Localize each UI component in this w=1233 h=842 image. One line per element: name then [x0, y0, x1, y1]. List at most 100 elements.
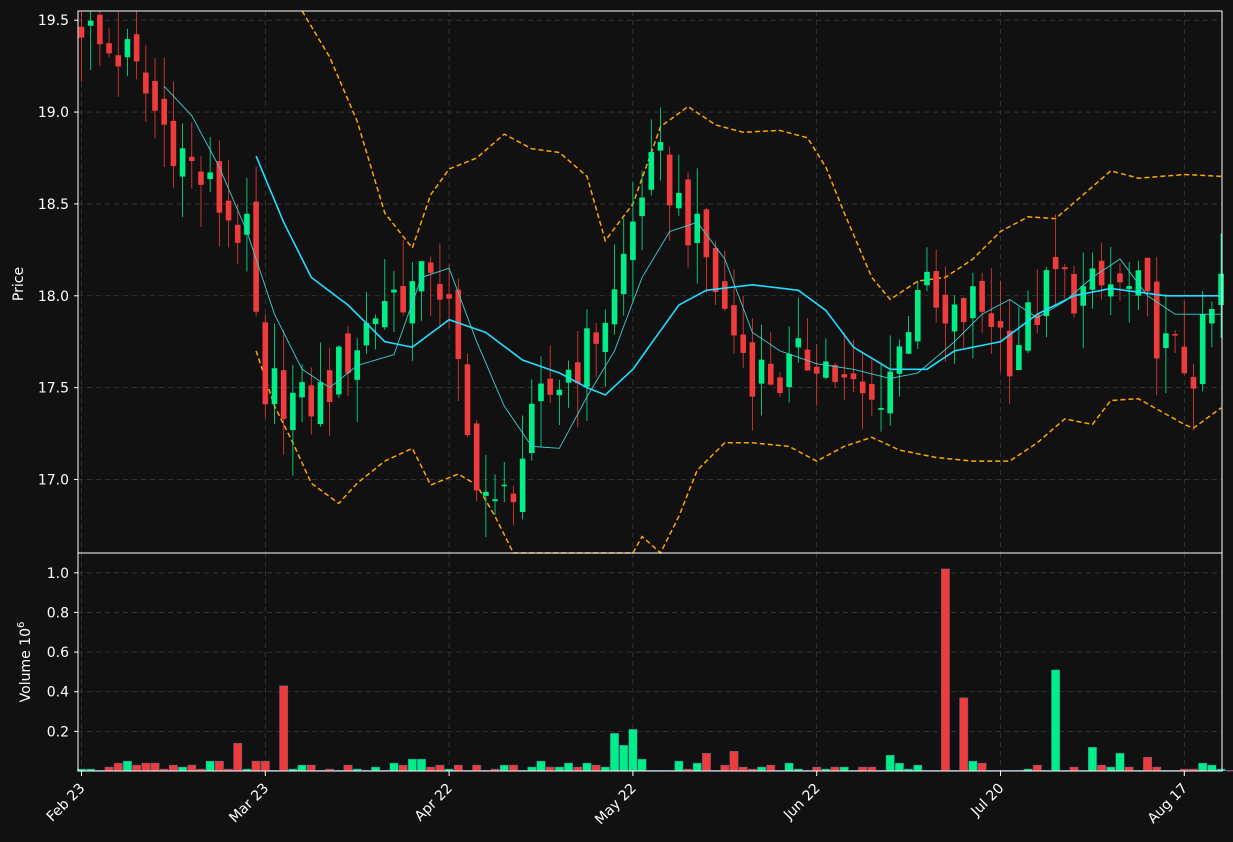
volume-bar [141, 762, 151, 772]
candle-body-up [1209, 309, 1215, 324]
volume-bar [830, 766, 840, 772]
price-tick-label: 17.5 [38, 381, 69, 397]
candle-body-down [1052, 257, 1059, 270]
volume-bar [297, 764, 307, 772]
volume-tick-label: 0.8 [47, 605, 69, 621]
candle-body-up [1218, 273, 1224, 306]
chart-background [0, 0, 1233, 842]
candle-body-up [620, 253, 627, 295]
volume-bar [1152, 766, 1162, 772]
candle-body-down [216, 161, 223, 213]
volume-bar [610, 733, 619, 772]
candle-body-down [1006, 330, 1013, 377]
volume-bar [619, 745, 629, 772]
candle-body-down [510, 493, 517, 503]
candle-body-up [317, 382, 324, 425]
volume-bar [306, 764, 316, 772]
candle-body-up [795, 338, 802, 348]
candle-body-up [381, 301, 388, 328]
volume-bar [1207, 764, 1217, 772]
volume-bar [536, 760, 546, 772]
candle-body-up [179, 148, 186, 177]
volume-bar [895, 762, 904, 772]
volume-bar [582, 762, 592, 772]
volume-bar [959, 697, 969, 772]
candle-body-up [1080, 286, 1087, 306]
candle-body-down [106, 43, 112, 54]
volume-bar [812, 766, 822, 772]
volume-bar [1069, 766, 1079, 772]
volume-bar [279, 685, 289, 772]
price-tick-label: 19.5 [38, 13, 69, 29]
volume-bar [968, 760, 978, 772]
volume-tick-label: 0.4 [47, 685, 69, 701]
volume-bar [738, 766, 748, 772]
candle-body-up [87, 20, 94, 26]
volume-bar [251, 760, 261, 772]
candle-body-down [1062, 267, 1068, 270]
candle-body-up [556, 389, 563, 396]
price-tick-label: 18.0 [38, 289, 69, 305]
volume-bar [867, 766, 877, 772]
candle-body-down [574, 362, 581, 384]
candle-body-up [823, 361, 829, 378]
candle-body-down [841, 374, 848, 378]
candle-body-down [1172, 334, 1178, 336]
candle-body-up [501, 484, 508, 487]
volume-bar [113, 762, 123, 772]
volume-bar [178, 766, 187, 772]
candle-body-up [290, 392, 296, 431]
candle-body-down [464, 364, 471, 436]
volume-bar [1143, 756, 1152, 772]
candle-body-down [427, 262, 434, 273]
volume-bar [499, 764, 509, 772]
volume-bar [426, 766, 436, 772]
stock-chart: 17.0 17.5 18.0 18.5 19.0 19.5 Price 0.2 0.4 0.6… [0, 0, 1233, 842]
volume-bar [132, 764, 142, 772]
candle-body-up [1163, 333, 1169, 348]
candle-body-up [611, 289, 618, 325]
volume-bar [260, 760, 270, 772]
volume-bar [839, 766, 849, 772]
candle-body-up [1199, 314, 1206, 385]
volume-bar [1032, 764, 1042, 772]
candle-body-down [685, 179, 691, 246]
volume-bar [1087, 747, 1097, 772]
candle-body-up [1107, 284, 1114, 297]
candle-body-down [547, 378, 553, 395]
candle-body-up [336, 346, 342, 395]
volume-bar [398, 764, 408, 772]
candle-body-down [308, 385, 315, 417]
candle-body-up [538, 383, 544, 402]
candle-body-up [970, 286, 976, 319]
volume-tick-label: 0.6 [47, 645, 69, 661]
candle-body-down [133, 34, 140, 62]
candle-body-up [905, 332, 912, 354]
volume-axis-label-exponent: 6 [16, 622, 27, 628]
volume-bar [1124, 766, 1134, 772]
price-tick-label: 18.5 [38, 197, 69, 213]
candle-body-up [519, 458, 526, 513]
volume-bar [628, 729, 638, 772]
candle-body-down [473, 423, 480, 491]
candle-body-down [152, 80, 158, 111]
candle-body-down [437, 284, 443, 300]
volume-bar [389, 762, 399, 772]
candle-body-down [777, 377, 783, 394]
candle-body-down [593, 332, 599, 344]
volume-bar [343, 764, 353, 772]
candle-body-up [630, 221, 636, 261]
candle-body-up [1126, 286, 1132, 289]
candle-body-up [584, 328, 590, 387]
candle-body-up [648, 152, 655, 190]
candle-body-down [749, 342, 756, 397]
volume-bar [977, 762, 987, 772]
candle-body-up [924, 271, 930, 286]
volume-bar [472, 764, 482, 772]
candle-body-down [988, 313, 995, 327]
volume-bar [591, 764, 601, 772]
volume-bar [692, 762, 702, 772]
volume-bar [407, 758, 417, 772]
candle-body-down [979, 280, 985, 312]
candle-body-down [170, 120, 177, 167]
